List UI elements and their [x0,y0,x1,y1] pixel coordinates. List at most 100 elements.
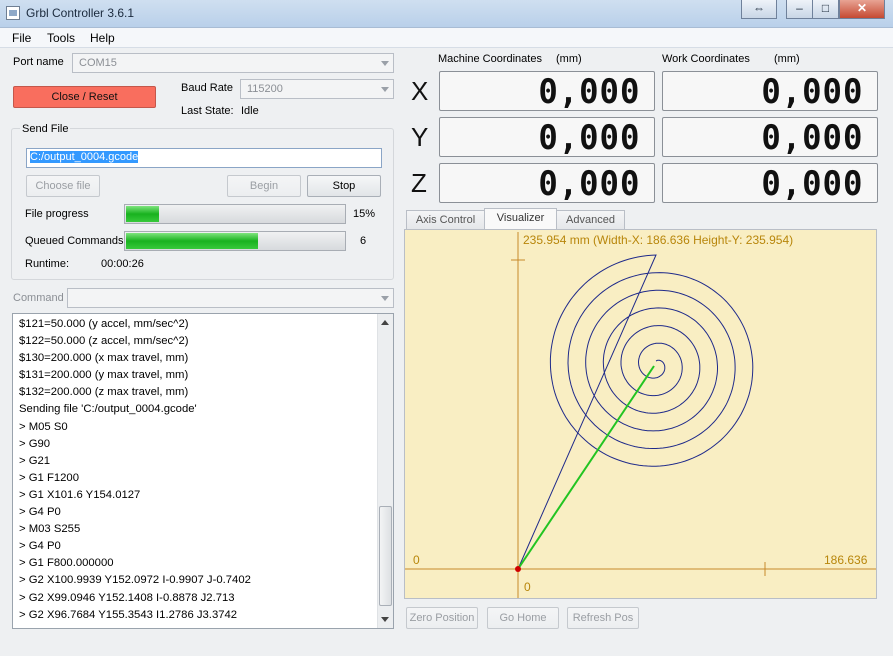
console-line: $121=50.000 (y accel, mm/sec^2) [19,318,189,330]
app-icon [6,6,20,20]
port-label: Port name [13,56,64,68]
console-line: > G1 X101.6 Y154.0127 [19,488,141,501]
work-x-display: 0,000 [662,71,878,112]
console-line: > M05 S0 [19,420,68,433]
visualizer-canvas: 235.954 mm (Width-X: 186.636 Height-Y: 2… [405,232,876,598]
menu-bar: File Tools Help [0,28,893,48]
restore-icon[interactable]: ⇔ [741,0,777,19]
title-bar: Grbl Controller 3.6.1 ⇔ – □ ✕ [0,0,893,28]
file-path-field[interactable]: C:/output_0004.gcode [26,148,382,168]
send-file-title: Send File [20,123,71,135]
console-line: > M03 S255 [19,523,81,536]
queued-progress-bar [124,231,346,251]
tab-axis-control[interactable]: Axis Control [406,210,485,230]
console-line: > G4 P0 [19,506,61,519]
chevron-down-icon [381,87,389,92]
machine-y-display: 0,000 [439,117,655,158]
runtime-label: Runtime: [25,258,70,270]
machine-y-value: 0,000 [538,118,640,158]
console-line: > G1 F1200 [19,471,79,484]
close-window-button[interactable]: ✕ [839,0,885,19]
console-lines: $121=50.000 (y accel, mm/sec^2) $122=50.0… [19,316,375,624]
chevron-down-icon [381,61,389,66]
refresh-pos-button[interactable]: Refresh Pos [567,607,639,629]
file-progress-bar [124,204,346,224]
work-z-value: 0,000 [761,164,863,204]
machine-z-display: 0,000 [439,163,655,204]
console-line: > G2 X100.9939 Y152.0972 I-0.9907 J-0.74… [19,574,251,587]
console-line: > G1 F800.000000 [19,557,114,570]
machine-x-value: 0,000 [538,72,640,112]
main-client: Port name COM15 Close / Reset Baud Rate … [0,48,893,656]
visualizer-header: 235.954 mm (Width-X: 186.636 Height-Y: 2… [523,233,793,247]
console-line: > G2 X96.7684 Y155.3543 I1.2786 J3.3742 [19,608,238,621]
queued-progress-fill [126,233,258,249]
queued-label: Queued Commands [25,235,124,247]
begin-button[interactable]: Begin [227,175,301,197]
console-line: > G21 [19,454,51,467]
file-progress-label: File progress [25,208,89,220]
toolpath-spiral [517,254,754,570]
queued-count: 6 [360,235,367,247]
x-origin-label: 0 [413,553,420,567]
scroll-down-icon[interactable] [381,617,389,622]
axis-x-label: X [411,76,429,106]
console-line: $122=50.000 (z accel, mm/sec^2) [19,335,189,348]
baud-select[interactable]: 115200 [240,79,394,99]
port-select[interactable]: COM15 [72,53,394,73]
file-path-text: C:/output_0004.gcode [30,151,139,163]
visualizer-panel[interactable]: 235.954 mm (Width-X: 186.636 Height-Y: 2… [404,229,877,599]
current-move-line [517,365,655,570]
console-line: > G2 X99.0946 Y152.1408 I-0.8878 J2.713 [19,591,235,604]
command-label: Command [13,292,64,304]
console-line: Sending file 'C:/output_0004.gcode' [19,403,197,416]
machine-x-display: 0,000 [439,71,655,112]
runtime-value: 00:00:26 [101,258,144,270]
x-max-label: 186.636 [824,553,868,567]
work-coords-label: Work Coordinates [662,53,750,65]
work-x-value: 0,000 [761,72,863,112]
axis-y-label: Y [411,122,429,152]
machine-coords-label: Machine Coordinates [438,53,542,65]
y-origin-label: 0 [524,580,531,594]
work-y-display: 0,000 [662,117,878,158]
menu-tools[interactable]: Tools [47,31,75,45]
work-z-display: 0,000 [662,163,878,204]
command-input[interactable] [67,288,394,308]
origin-dot [515,566,521,572]
choose-file-button[interactable]: Choose file [26,175,100,197]
chevron-down-icon [381,296,389,301]
menu-file[interactable]: File [12,31,31,45]
menu-help[interactable]: Help [90,31,115,45]
baud-label: Baud Rate [181,82,233,94]
maximize-button[interactable]: □ [812,0,839,19]
tab-advanced[interactable]: Advanced [556,210,625,230]
port-value: COM15 [79,57,117,69]
console-line: > G90 [19,437,51,450]
window-title: Grbl Controller 3.6.1 [26,6,135,20]
axis-z-label: Z [411,168,427,198]
console-line: $132=200.000 (z max travel, mm) [19,386,189,399]
stop-button[interactable]: Stop [307,175,381,197]
console-output[interactable]: $121=50.000 (y accel, mm/sec^2) $122=50.0… [12,313,394,629]
work-coords-unit: (mm) [774,53,800,65]
console-line: $131=200.000 (y max travel, mm) [19,369,189,382]
scroll-up-icon[interactable] [381,320,389,325]
minimize-button[interactable]: – [786,0,813,19]
machine-coords-unit: (mm) [556,53,582,65]
console-line: $130=200.000 (x max travel, mm) [19,352,189,365]
file-progress-percent: 15% [353,208,376,220]
zero-position-button[interactable]: Zero Position [406,607,478,629]
go-home-button[interactable]: Go Home [487,607,559,629]
baud-value: 115200 [247,83,283,95]
console-scrollbar[interactable] [377,314,393,628]
work-y-value: 0,000 [761,118,863,158]
tab-visualizer[interactable]: Visualizer [484,208,557,230]
machine-z-value: 0,000 [538,164,640,204]
scroll-thumb[interactable] [379,506,392,606]
file-progress-fill [126,206,159,222]
console-line: > G4 P0 [19,540,61,553]
last-state-value: Idle [241,105,259,117]
last-state-label: Last State: [181,105,234,117]
close-reset-button[interactable]: Close / Reset [13,86,156,108]
